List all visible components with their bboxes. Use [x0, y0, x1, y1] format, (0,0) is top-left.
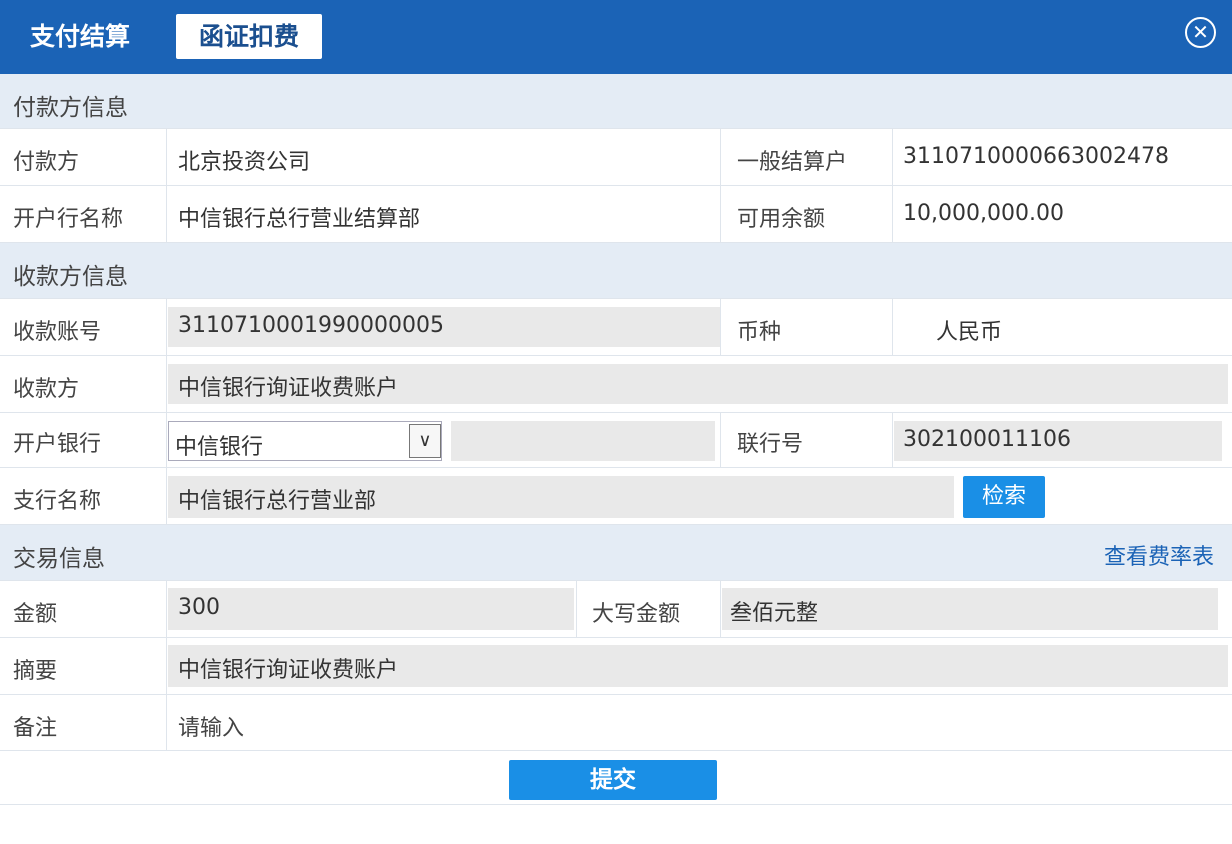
payee-section-header: 收款方信息: [0, 243, 1232, 299]
chevron-down-icon[interactable]: ∨: [409, 424, 441, 458]
divider: [892, 299, 893, 355]
payee-bank-label: 开户银行: [13, 426, 101, 458]
fee-rate-link[interactable]: 查看费率表: [1104, 539, 1214, 571]
balance-value: 10,000,000.00: [903, 201, 1064, 226]
payee-name-value: 中信银行询证收费账户: [178, 370, 398, 402]
branch-label: 支行名称: [13, 483, 101, 515]
divider: [720, 299, 721, 355]
search-button[interactable]: 检索: [963, 476, 1045, 518]
divider: [720, 413, 721, 467]
summary-label: 摘要: [13, 653, 57, 685]
amount-upper-label: 大写金额: [592, 596, 680, 628]
divider: [166, 695, 167, 750]
divider: [166, 581, 167, 637]
bank-select-value: 中信银行: [175, 429, 263, 461]
amount-value: 300: [178, 595, 220, 620]
payer-bank-label: 开户行名称: [13, 201, 123, 233]
remark-row: 备注 请输入: [0, 695, 1232, 751]
divider: [166, 356, 167, 412]
bank-number-field[interactable]: 302100011106: [894, 421, 1222, 461]
bank-extra-field[interactable]: [451, 421, 715, 461]
branch-row: 支行名称 中信银行总行营业部 检索: [0, 468, 1232, 525]
trade-section-title: 交易信息: [13, 539, 105, 573]
payee-account-value: 3110710001990000005: [178, 313, 444, 338]
amount-label: 金额: [13, 596, 57, 628]
divider: [166, 638, 167, 694]
payee-account-label: 收款账号: [13, 314, 101, 346]
dialog-title[interactable]: 支付结算: [30, 20, 130, 54]
close-icon[interactable]: ✕: [1185, 17, 1216, 48]
bank-select[interactable]: 中信银行 ∨: [168, 421, 442, 461]
divider: [892, 186, 893, 242]
summary-field[interactable]: 中信银行询证收费账户: [168, 645, 1228, 687]
trade-section-header: 交易信息 查看费率表: [0, 525, 1232, 581]
divider: [892, 129, 893, 185]
amount-upper-field[interactable]: 叁佰元整: [722, 588, 1218, 630]
remark-input[interactable]: 请输入: [178, 710, 244, 742]
divider: [166, 468, 167, 524]
payer-bank-row: 开户行名称 中信银行总行营业结算部 可用余额 10,000,000.00: [0, 186, 1232, 243]
currency-value[interactable]: 人民币: [936, 314, 1002, 346]
divider: [720, 581, 721, 637]
tab-confirmation-fee[interactable]: 函证扣费: [176, 14, 322, 59]
amount-input[interactable]: 300: [168, 588, 574, 630]
divider: [166, 186, 167, 242]
balance-label: 可用余额: [737, 201, 825, 233]
divider: [720, 129, 721, 185]
payee-bank-row: 开户银行 中信银行 ∨ 联行号 302100011106: [0, 413, 1232, 468]
divider: [166, 413, 167, 467]
payer-value: 北京投资公司: [178, 144, 310, 176]
divider: [166, 299, 167, 355]
payer-section-header: 付款方信息: [0, 74, 1232, 129]
branch-field[interactable]: 中信银行总行营业部: [168, 476, 954, 518]
payee-name-row: 收款方 中信银行询证收费账户: [0, 356, 1232, 413]
summary-row: 摘要 中信银行询证收费账户: [0, 638, 1232, 695]
amount-row: 金额 300 大写金额 叁佰元整: [0, 581, 1232, 638]
settlement-account-value: 3110710000663002478: [903, 144, 1169, 169]
remark-label: 备注: [13, 710, 57, 742]
payee-label: 收款方: [13, 371, 79, 403]
payer-section-title: 付款方信息: [13, 88, 128, 122]
branch-value: 中信银行总行营业部: [178, 483, 376, 515]
divider: [166, 129, 167, 185]
bank-number-label: 联行号: [737, 426, 803, 458]
currency-label: 币种: [737, 314, 781, 346]
divider: [576, 581, 577, 637]
payee-name-field[interactable]: 中信银行询证收费账户: [168, 364, 1228, 404]
divider: [892, 413, 893, 467]
summary-value: 中信银行询证收费账户: [178, 652, 398, 684]
dialog-header: 支付结算 函证扣费 ✕: [0, 0, 1232, 74]
dialog-footer: 提交: [0, 751, 1232, 805]
bank-number-value: 302100011106: [903, 427, 1071, 452]
divider: [720, 186, 721, 242]
payer-bank-value: 中信银行总行营业结算部: [178, 201, 420, 233]
payee-account-field[interactable]: 3110710001990000005: [168, 307, 720, 347]
amount-upper-value: 叁佰元整: [730, 595, 818, 627]
payee-account-row: 收款账号 3110710001990000005 币种 人民币: [0, 299, 1232, 356]
payee-section-title: 收款方信息: [13, 257, 128, 291]
submit-button[interactable]: 提交: [509, 760, 717, 800]
payer-row: 付款方 北京投资公司 一般结算户 3110710000663002478: [0, 129, 1232, 186]
payer-label: 付款方: [13, 144, 79, 176]
settlement-account-label: 一般结算户: [737, 144, 847, 176]
